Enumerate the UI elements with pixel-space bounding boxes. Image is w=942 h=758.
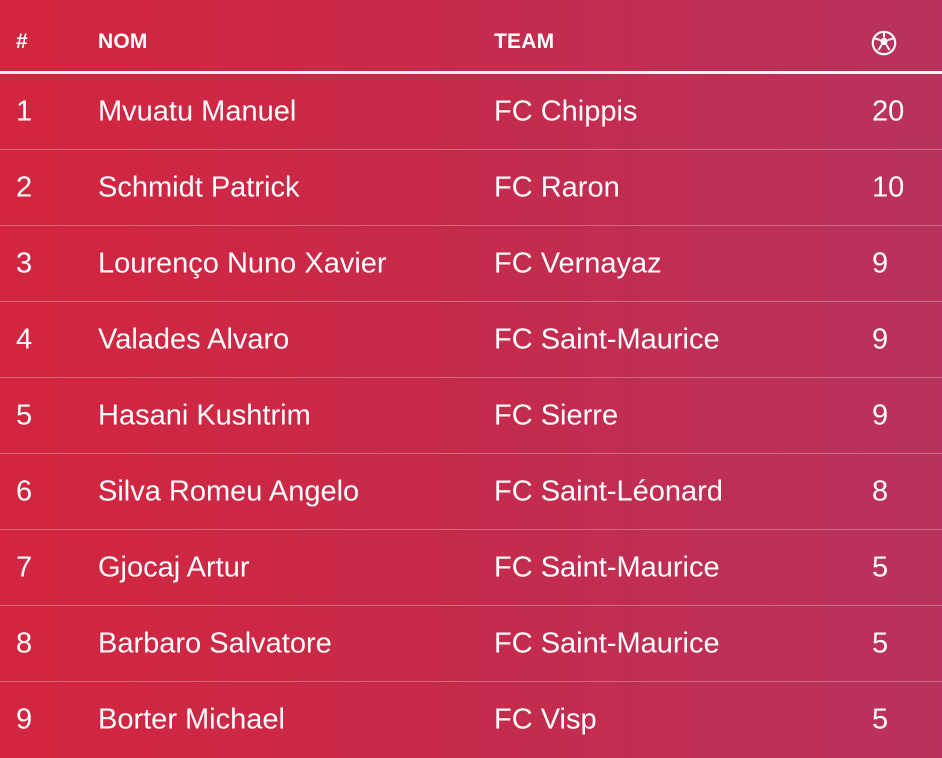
row-goals-count: 9 bbox=[872, 323, 889, 355]
header-name: NOM bbox=[98, 30, 148, 53]
row-team-name: FC Vernayaz bbox=[494, 247, 662, 279]
header-team: TEAM bbox=[494, 30, 555, 53]
row-rank: 4 bbox=[16, 323, 33, 355]
row-player-name: Schmidt Patrick bbox=[98, 171, 300, 203]
row-rank: 5 bbox=[16, 399, 33, 431]
row-rank: 7 bbox=[16, 551, 33, 583]
row-goals-count: 8 bbox=[872, 475, 889, 507]
row-goals-count: 20 bbox=[872, 95, 905, 127]
row-team-name: FC Saint-Maurice bbox=[494, 323, 720, 355]
table-row: 4 Valades Alvaro FC Saint-Maurice 9 bbox=[0, 302, 942, 378]
row-player-name: Silva Romeu Angelo bbox=[98, 475, 360, 507]
table-header: # NOM TEAM bbox=[0, 0, 942, 74]
row-goals-count: 5 bbox=[872, 703, 889, 736]
row-team-name: FC Saint-Maurice bbox=[494, 551, 720, 583]
row-team-name: FC Sierre bbox=[494, 399, 619, 431]
row-player-name: Gjocaj Artur bbox=[98, 551, 250, 583]
row-team-name: FC Visp bbox=[494, 703, 597, 736]
row-team-name: FC Saint-Maurice bbox=[494, 627, 720, 659]
row-rank: 3 bbox=[16, 247, 33, 279]
table-row: 8 Barbaro Salvatore FC Saint-Maurice 5 bbox=[0, 606, 942, 682]
row-player-name: Valades Alvaro bbox=[98, 323, 290, 355]
scorers-table: # NOM TEAM 1 Mvuatu Manuel FC Chippis 20 2 Sc… bbox=[0, 0, 942, 758]
table-row: 7 Gjocaj Artur FC Saint-Maurice 5 bbox=[0, 530, 942, 606]
table-row: 6 Silva Romeu Angelo FC Saint-Léonard 8 bbox=[0, 454, 942, 530]
row-team-name: FC Raron bbox=[494, 171, 620, 203]
table-row: 2 Schmidt Patrick FC Raron 10 bbox=[0, 150, 942, 226]
row-player-name: Borter Michael bbox=[98, 703, 285, 736]
header-rank: # bbox=[16, 30, 28, 53]
row-rank: 2 bbox=[16, 171, 33, 203]
row-rank: 8 bbox=[16, 627, 33, 659]
row-team-name: FC Chippis bbox=[494, 95, 638, 127]
table-body: 1 Mvuatu Manuel FC Chippis 20 2 Schmidt Patri… bbox=[0, 74, 942, 758]
row-goals-count: 9 bbox=[872, 247, 889, 279]
row-rank: 9 bbox=[16, 703, 33, 736]
table-row: 1 Mvuatu Manuel FC Chippis 20 bbox=[0, 74, 942, 150]
table-row: 5 Hasani Kushtrim FC Sierre 9 bbox=[0, 378, 942, 454]
row-player-name: Lourenço Nuno Xavier bbox=[98, 247, 387, 279]
row-rank: 1 bbox=[16, 95, 33, 127]
table-row: 3 Lourenço Nuno Xavier FC Vernayaz 9 bbox=[0, 226, 942, 302]
row-team-name: FC Saint-Léonard bbox=[494, 475, 723, 507]
row-player-name: Hasani Kushtrim bbox=[98, 399, 311, 431]
row-rank: 6 bbox=[16, 475, 33, 507]
row-goals-count: 10 bbox=[872, 171, 905, 203]
row-player-name: Mvuatu Manuel bbox=[98, 95, 297, 127]
row-goals-count: 9 bbox=[872, 399, 889, 431]
row-goals-count: 5 bbox=[872, 551, 889, 583]
soccer-ball-icon bbox=[871, 30, 897, 56]
row-player-name: Barbaro Salvatore bbox=[98, 627, 332, 659]
table-row: 9 Borter Michael FC Visp 5 bbox=[0, 682, 942, 758]
row-goals-count: 5 bbox=[872, 627, 889, 659]
